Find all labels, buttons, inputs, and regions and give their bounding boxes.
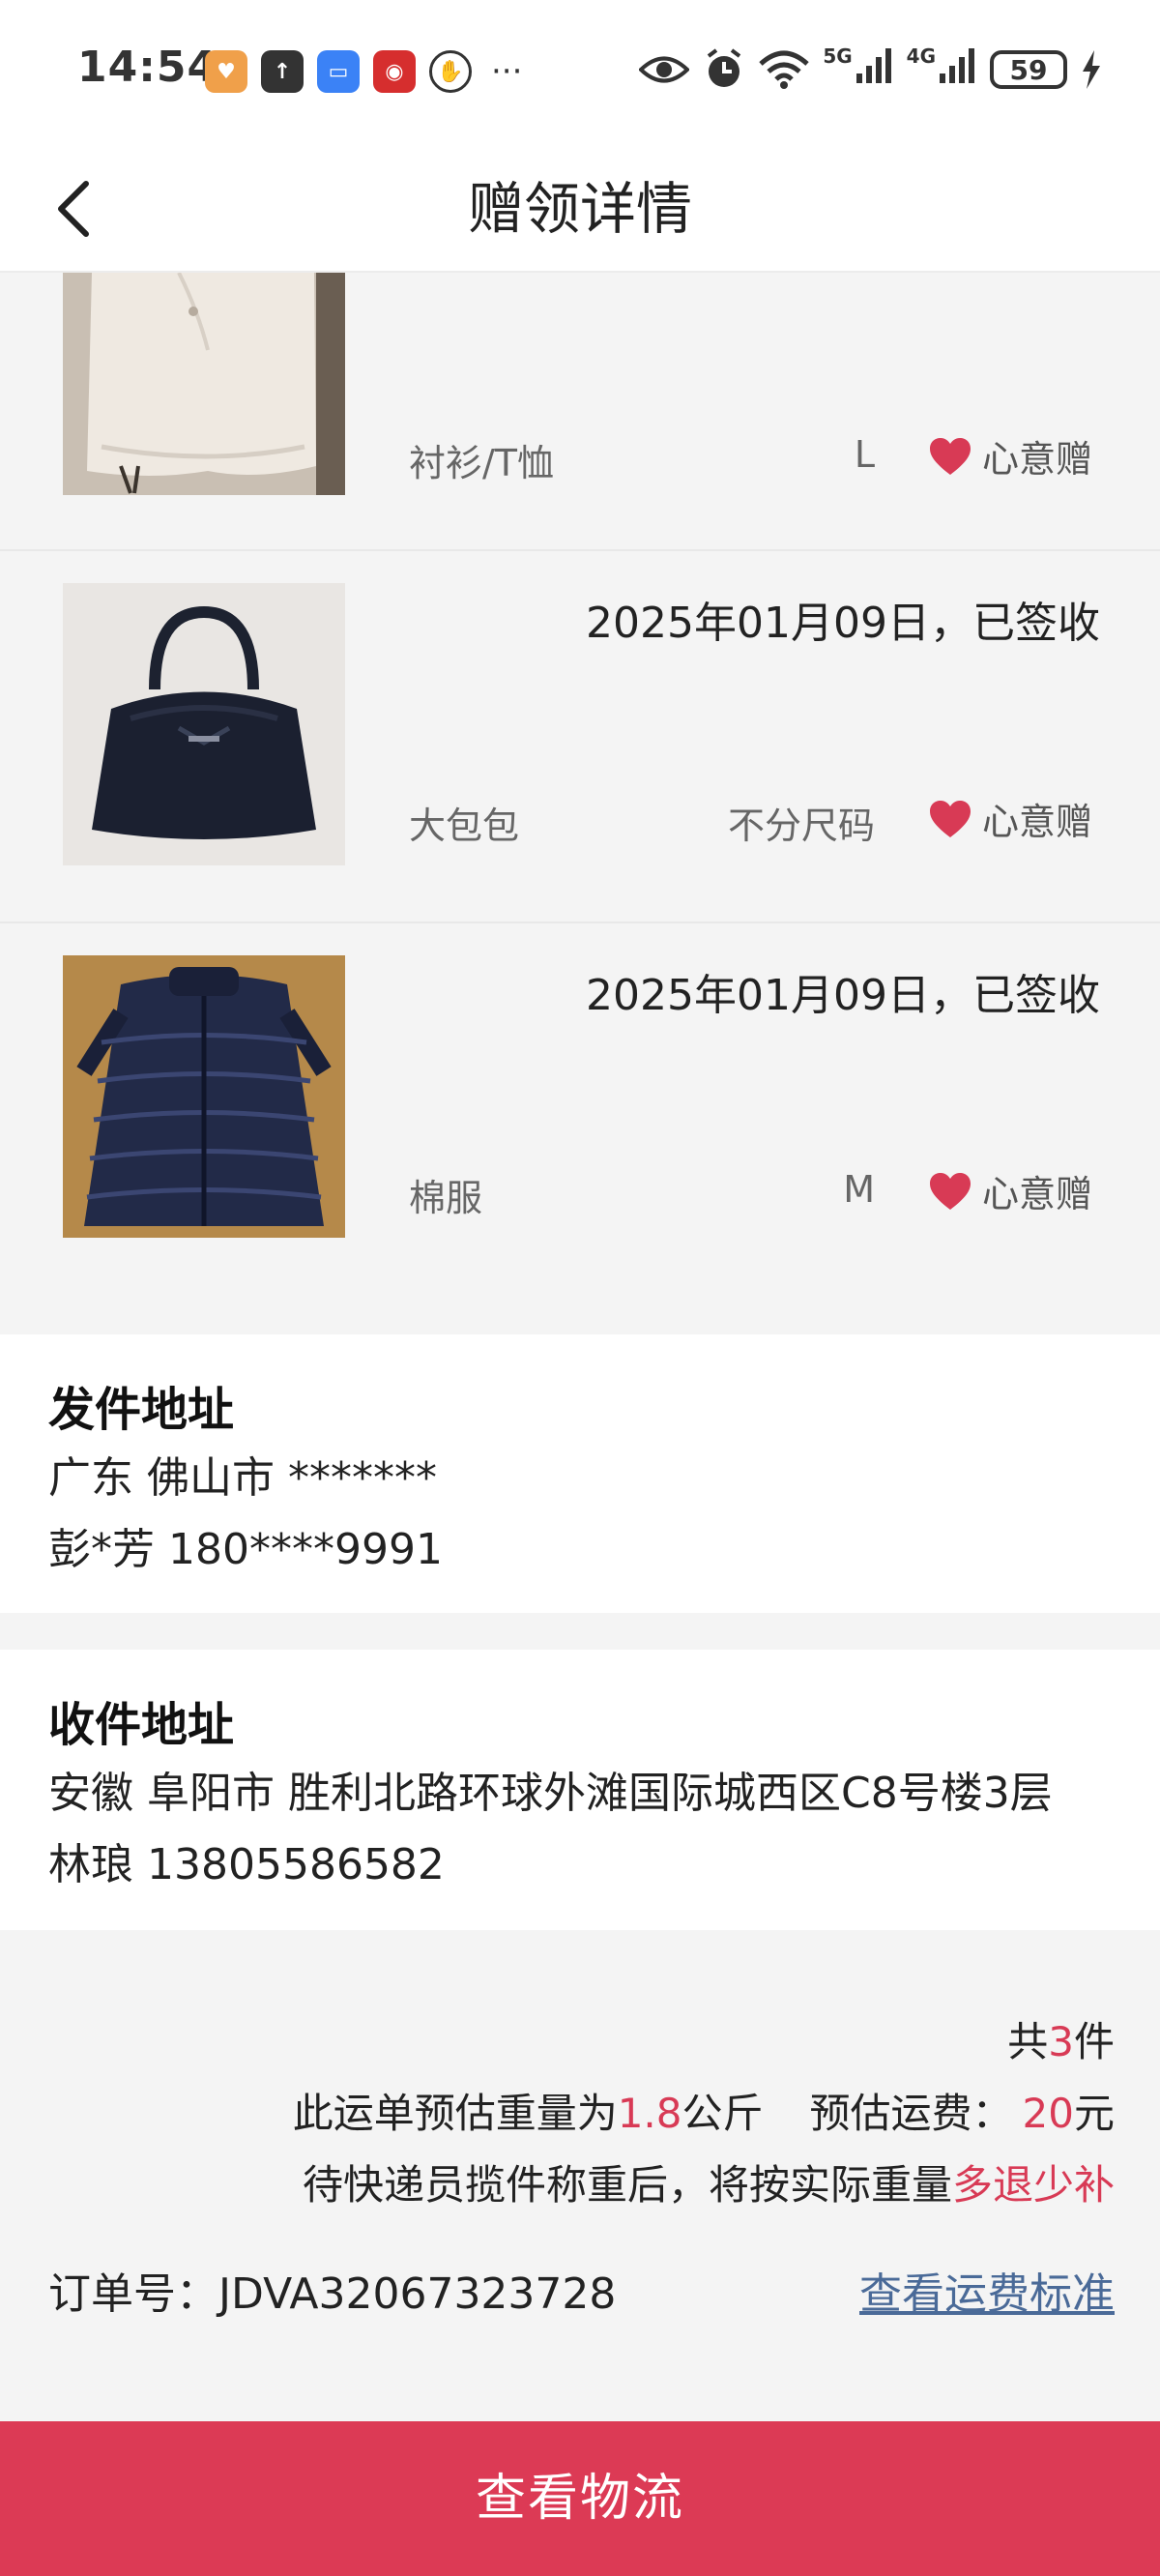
order-number: 订单号：JDVA32067323728 [48,2269,617,2319]
weight-note: 待快递员揽件称重后，将按实际重量多退少补 [302,2161,1115,2209]
heart-icon [929,800,971,837]
hand-icon: ✋ [429,50,472,93]
list-item[interactable]: 2025年01月09日，已签收 大包包 不分尺码 心意赠 [0,551,1160,923]
nav-bar: 赠领详情 [0,145,1160,273]
gift-label: 心意赠 [981,438,1092,481]
eye-icon [639,46,690,93]
battery-indicator: 59 [990,50,1067,89]
item-category: 棉服 [409,1177,483,1219]
shopping-app-icon: ▭ [317,50,360,93]
item-signed-date: 2025年01月09日，已签收 [586,599,1100,648]
receiver-contact: 林琅 13805586582 [48,1840,445,1889]
item-signed-date: 2025年01月09日，已签收 [586,971,1100,1020]
gift-label: 心意赠 [981,801,1092,843]
status-app-icons: ♥ ↑ ▭ ◉ ✋ ··· [205,50,522,93]
weight-fee-row: 此运单预估重量为1.8公斤 预估运费： 20元 [292,2090,1115,2137]
gift-badge: 心意赠 [928,429,1092,483]
sender-heading: 发件地址 [48,1383,235,1437]
more-notifications-icon: ··· [491,52,523,91]
cartoon-app-icon: ◉ [373,50,416,93]
item-count: 共3件 [1007,2018,1115,2065]
receiver-address: 安徽 阜阳市 胜利北路环球外滩国际城西区C8号楼3层 [48,1769,1053,1818]
item-size: L [854,433,875,476]
shipping-summary: 共3件 此运单预估重量为1.8公斤 预估运费： 20元 待快递员揽件称重后，将按实际… [0,1930,1160,2421]
upload-notification-icon: ↑ [261,50,304,93]
item-image-shirt [63,273,345,495]
estimated-fee: 20 [1022,2090,1074,2137]
gift-badge: 心意赠 [928,1164,1092,1217]
signal-4g-icon: 4G [907,46,976,93]
item-size: M [843,1168,875,1211]
signal-5g-icon: 5G [823,46,892,93]
gift-label: 心意赠 [981,1173,1092,1215]
app-notification-icon: ♥ [205,50,247,93]
fee-standard-link[interactable]: 查看运费标准 [859,2259,1115,2321]
sender-address-card: 发件地址 广东 佛山市 ******* 彭*芳 180****9991 [0,1334,1160,1613]
heart-icon [929,437,971,475]
alarm-icon [703,46,745,93]
wifi-icon [759,46,810,93]
sender-contact: 彭*芳 180****9991 [48,1525,443,1574]
gift-badge: 心意赠 [928,792,1092,845]
view-logistics-button[interactable]: 查看物流 [0,2421,1160,2576]
item-category: 大包包 [409,805,520,847]
list-item[interactable]: 2025年01月09日，已签收 棉服 M 心意赠 [0,923,1160,1332]
donation-items-list: 衬衫/T恤 L 心意赠 2025年01月09日，已签收 大包包 不分尺码 心意赠 [0,273,1160,1332]
status-bar: 14:54 ♥ ↑ ▭ ◉ ✋ ··· 5G 4G 59 [0,0,1160,145]
heart-icon [929,1172,971,1210]
receiver-heading: 收件地址 [48,1698,235,1752]
status-time: 14:54 [77,43,218,92]
status-indicators: 5G 4G 59 [639,46,1102,93]
item-image-jacket [63,955,345,1238]
estimated-weight: 1.8 [617,2090,682,2137]
receiver-address-card: 收件地址 安徽 阜阳市 胜利北路环球外滩国际城西区C8号楼3层 林琅 13805… [0,1650,1160,1930]
item-image-bag [63,583,345,865]
list-item[interactable]: 衬衫/T恤 L 心意赠 [0,273,1160,551]
charging-icon [1081,46,1102,93]
item-category: 衬衫/T恤 [409,442,555,484]
sender-address: 广东 佛山市 ******* [48,1453,437,1503]
item-size: 不分尺码 [727,805,875,847]
page-title: 赠领详情 [467,176,692,242]
